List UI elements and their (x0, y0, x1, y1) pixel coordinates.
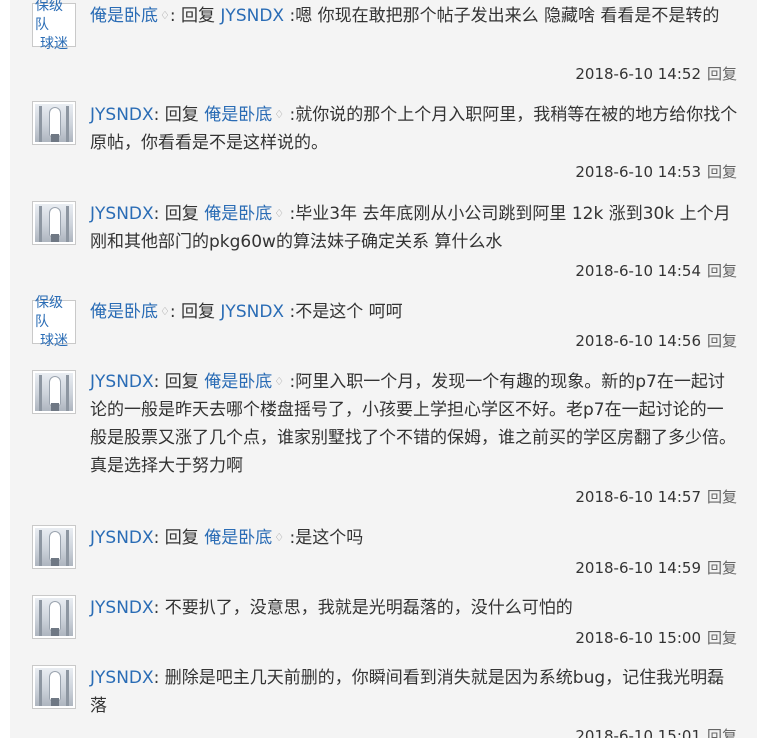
user-badge-icon: ♢ (160, 305, 170, 318)
avatar-label: 保级队 (35, 294, 63, 330)
reply-author-link[interactable]: JYSNDX (90, 528, 154, 548)
reply-author-link[interactable]: 俺是卧底 (90, 302, 158, 322)
user-badge-icon: ♢ (160, 9, 170, 22)
reply-content: 俺是卧底 ♢: 回复 JYSNDX :不是这个 呵呵 (90, 298, 740, 326)
avatar-label: 保级队 (35, 0, 63, 33)
reply-meta: 2018-6-10 14:52 回复 (575, 64, 737, 84)
reply-target-link[interactable]: 俺是卧底 (204, 105, 272, 125)
colon: : (169, 302, 182, 322)
avatar[interactable] (32, 101, 76, 145)
reply-button[interactable]: 回复 (707, 629, 737, 647)
reply-author-link[interactable]: JYSNDX (90, 372, 154, 392)
reply-keyword: 回复 (164, 204, 199, 224)
reply-button[interactable]: 回复 (707, 559, 737, 577)
colon: : (169, 6, 182, 26)
reply-button[interactable]: 回复 (707, 488, 737, 506)
reply-timestamp: 2018-6-10 14:59 (575, 559, 701, 577)
user-badge-icon: ♢ (274, 375, 285, 388)
reply-timestamp: 2018-6-10 14:53 (575, 163, 701, 181)
avatar-label: 球迷 (40, 332, 68, 349)
reply-target-link[interactable]: JYSNDX (220, 302, 284, 322)
colon: : (153, 105, 165, 125)
reply-meta: 2018-6-10 14:53 回复 (575, 162, 737, 182)
user-badge-icon: ♢ (274, 531, 285, 544)
reply-keyword: 回复 (164, 528, 199, 548)
reply-text: :嗯 你现在敢把那个帖子发出来么 隐藏啥 看看是不是转的 (289, 6, 720, 26)
reply-author-link[interactable]: JYSNDX (90, 668, 154, 688)
avatar[interactable] (32, 525, 76, 569)
reply-meta: 2018-6-10 14:54 回复 (575, 261, 737, 281)
avatar[interactable]: 保级队 球迷 (32, 295, 76, 349)
reply-meta: 2018-6-10 14:56 回复 (575, 331, 737, 351)
reply-timestamp: 2018-6-10 14:57 (575, 488, 701, 506)
reply-text: : 不要扒了，没意思，我就是光明磊落的，没什么可怕的 (153, 598, 573, 618)
reply-content: 俺是卧底 ♢: 回复 JYSNDX :嗯 你现在敢把那个帖子发出来么 隐藏啥 看看… (90, 2, 740, 30)
reply-content: JYSNDX: 删除是吧主几天前删的，你瞬间看到消失就是因为系统bug，记住我光… (90, 664, 740, 720)
user-badge-icon: ♢ (274, 207, 285, 220)
reply-author-link[interactable]: JYSNDX (90, 204, 154, 224)
reply-keyword: 回复 (164, 105, 199, 125)
avatar[interactable] (32, 201, 76, 245)
reply-keyword: 回复 (181, 6, 216, 26)
user-badge-icon: ♢ (274, 108, 285, 121)
reply-meta: 2018-6-10 15:00 回复 (575, 628, 737, 648)
reply-target-link[interactable]: JYSNDX (220, 6, 284, 26)
reply-meta: 2018-6-10 14:57 回复 (575, 487, 737, 507)
reply-author-link[interactable]: JYSNDX (90, 105, 154, 125)
reply-button[interactable]: 回复 (707, 163, 737, 181)
reply-author-link[interactable]: JYSNDX (90, 598, 154, 618)
colon: : (153, 372, 165, 392)
reply-button[interactable]: 回复 (707, 332, 737, 350)
reply-timestamp: 2018-6-10 15:00 (575, 629, 701, 647)
avatar[interactable]: 保级队 球迷 (32, 0, 76, 52)
reply-timestamp: 2018-6-10 15:01 (575, 727, 701, 738)
reply-target-link[interactable]: 俺是卧底 (204, 204, 272, 224)
reply-button[interactable]: 回复 (707, 65, 737, 83)
reply-target-link[interactable]: 俺是卧底 (204, 528, 272, 548)
avatar[interactable] (32, 595, 76, 639)
avatar[interactable] (32, 665, 76, 709)
reply-content: JYSNDX: 回复 俺是卧底 ♢ :是这个吗 (90, 524, 740, 552)
avatar[interactable] (32, 370, 76, 414)
reply-timestamp: 2018-6-10 14:54 (575, 262, 701, 280)
reply-timestamp: 2018-6-10 14:52 (575, 65, 701, 83)
reply-author-link[interactable]: 俺是卧底 (90, 6, 158, 26)
colon: : (153, 528, 165, 548)
reply-content: JYSNDX: 回复 俺是卧底 ♢ :阿里入职一个月，发现一个有趣的现象。新的p7… (90, 368, 740, 480)
reply-target-link[interactable]: 俺是卧底 (204, 372, 272, 392)
reply-meta: 2018-6-10 14:59 回复 (575, 558, 737, 578)
reply-content: JYSNDX: 回复 俺是卧底 ♢ :就你说的那个上个月入职阿里，我稍等在被的地方… (90, 101, 740, 157)
reply-list-panel: 保级队 球迷 俺是卧底 ♢: 回复 JYSNDX :嗯 你现在敢把那个帖子发出来么… (10, 0, 757, 738)
reply-content: JYSNDX: 不要扒了，没意思，我就是光明磊落的，没什么可怕的 (90, 594, 740, 622)
reply-content: JYSNDX: 回复 俺是卧底 ♢ :毕业3年 去年底刚从小公司跳到阿里 12k … (90, 200, 740, 256)
reply-keyword: 回复 (164, 372, 199, 392)
avatar-label: 球迷 (40, 35, 68, 52)
reply-timestamp: 2018-6-10 14:56 (575, 332, 701, 350)
reply-button[interactable]: 回复 (707, 262, 737, 280)
reply-meta: 2018-6-10 15:01 回复 (575, 726, 737, 738)
colon: : (153, 204, 165, 224)
reply-keyword: 回复 (181, 302, 216, 322)
reply-text: : 删除是吧主几天前删的，你瞬间看到消失就是因为系统bug，记住我光明磊落 (90, 668, 725, 716)
reply-button[interactable]: 回复 (707, 727, 737, 738)
reply-text: :是这个吗 (289, 528, 364, 548)
reply-text: :不是这个 呵呵 (289, 302, 403, 322)
